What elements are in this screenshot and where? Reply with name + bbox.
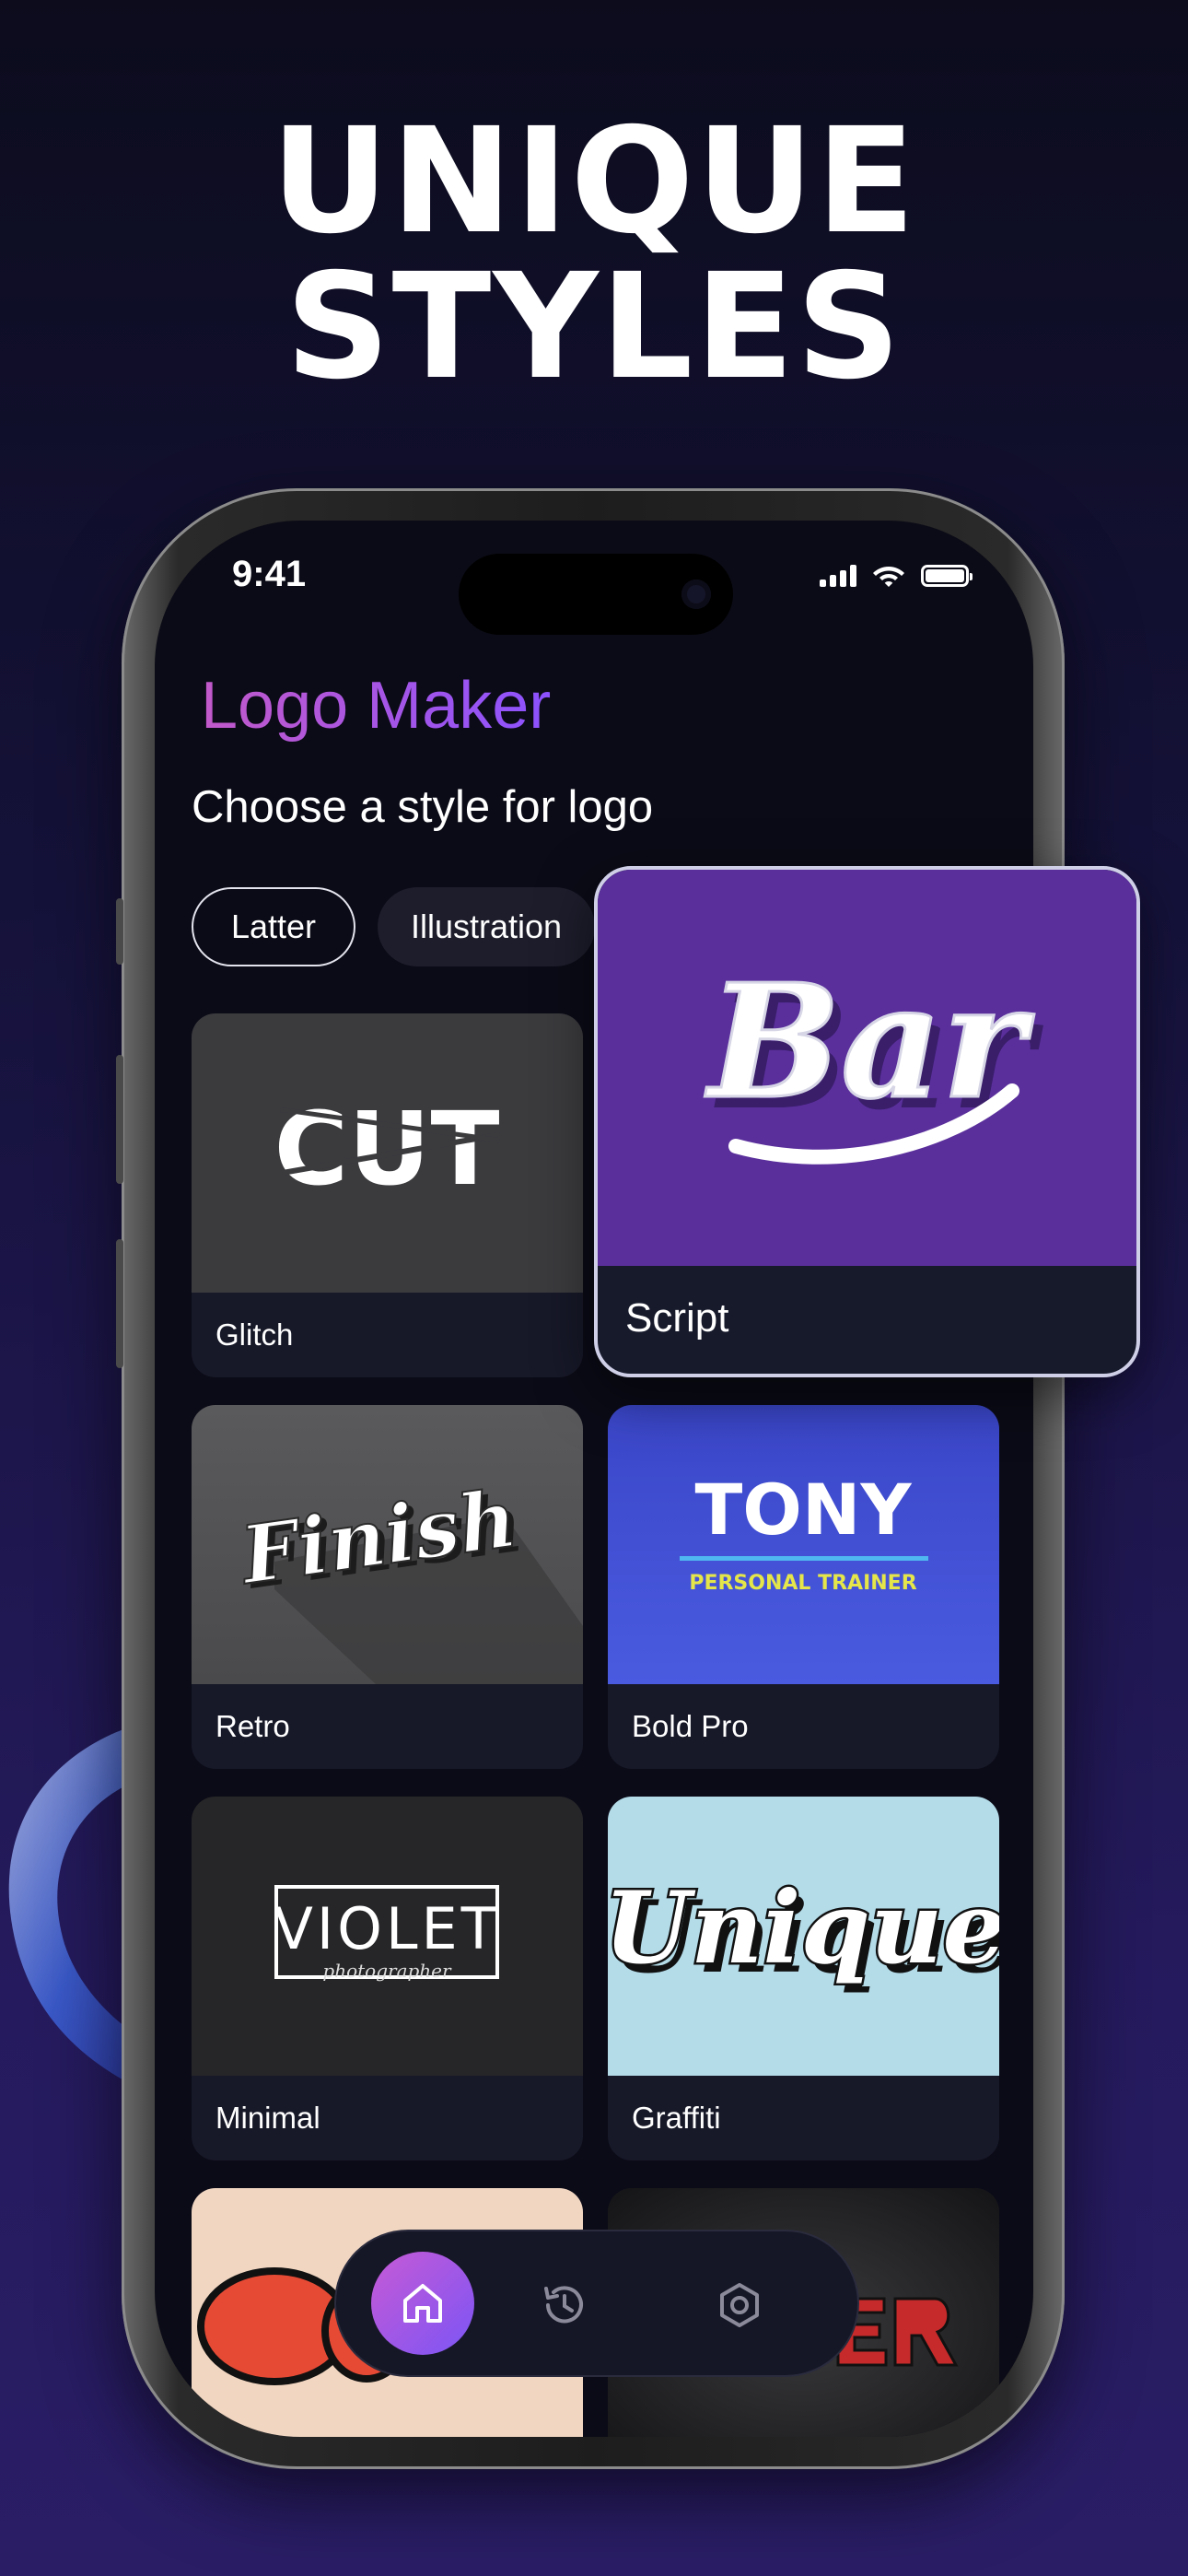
featured-style-card-script[interactable]: Bar Bar Script — [594, 866, 1140, 1377]
nav-home-button[interactable] — [371, 2252, 474, 2355]
page-headline: UNIQUE STYLES — [271, 97, 917, 412]
phone-volume-up-button — [116, 1055, 123, 1184]
preview-text-graffiti: Unique — [608, 1870, 999, 1986]
app-title: Logo Maker — [201, 669, 552, 743]
style-preview-script: Bar Bar — [598, 870, 1136, 1266]
history-icon — [544, 2286, 583, 2324]
preview-subtext-bold-pro: PERSONAL TRAINER — [689, 1572, 916, 1595]
style-label-retro: Retro — [215, 1709, 290, 1743]
phone-screen: 9:41 Logo Maker Choose a style for logo … — [155, 521, 1033, 2437]
status-time: 9:41 — [232, 554, 307, 594]
status-icons — [820, 563, 973, 589]
signal-icon — [820, 565, 856, 587]
style-card-bold-pro[interactable]: TONY PERSONAL TRAINER Bold Pro — [608, 1405, 999, 1769]
settings-icon — [720, 2283, 759, 2327]
preview-text-minimal: VIOLET — [274, 1895, 499, 1962]
camera-icon — [681, 580, 711, 609]
bottom-nav-bar — [334, 2230, 859, 2377]
style-preview-glitch: CUT — [192, 1013, 583, 1293]
preview-subtext-minimal: photographer — [322, 1960, 452, 1982]
style-preview-bold-pro: TONY PERSONAL TRAINER — [608, 1405, 999, 1684]
style-label-graffiti: Graffiti — [632, 2101, 721, 2135]
style-label-glitch: Glitch — [215, 1317, 294, 1352]
filter-chip-illustration[interactable]: Illustration — [378, 887, 595, 966]
phone-volume-down-button — [116, 1239, 123, 1368]
style-card-glitch[interactable]: CUT Glitch — [192, 1013, 583, 1377]
phone-side-button — [116, 898, 123, 965]
style-card-minimal[interactable]: VIOLET photographer Minimal — [192, 1797, 583, 2160]
preview-text-glitch: CUT — [274, 1090, 499, 1208]
style-card-retro[interactable]: Finish Finish Retro — [192, 1405, 583, 1769]
section-subtitle: Choose a style for logo — [192, 782, 654, 832]
nav-settings-button[interactable] — [703, 2268, 776, 2342]
battery-icon — [921, 565, 973, 587]
style-card-graffiti[interactable]: Unique Unique Graffiti — [608, 1797, 999, 2160]
style-label-bold-pro: Bold Pro — [632, 1709, 749, 1743]
home-icon — [403, 2284, 442, 2323]
preview-text-bold-pro: TONY — [694, 1469, 912, 1551]
style-label-minimal: Minimal — [215, 2101, 320, 2135]
filter-chip-latter[interactable]: Latter — [192, 887, 355, 966]
style-preview-graffiti: Unique Unique — [608, 1797, 999, 2076]
dynamic-island — [459, 554, 733, 635]
style-label-script: Script — [625, 1295, 729, 1341]
wifi-icon — [873, 567, 904, 587]
style-preview-minimal: VIOLET photographer — [192, 1797, 583, 2076]
style-preview-retro: Finish Finish — [192, 1405, 583, 1684]
nav-history-button[interactable] — [528, 2268, 601, 2342]
